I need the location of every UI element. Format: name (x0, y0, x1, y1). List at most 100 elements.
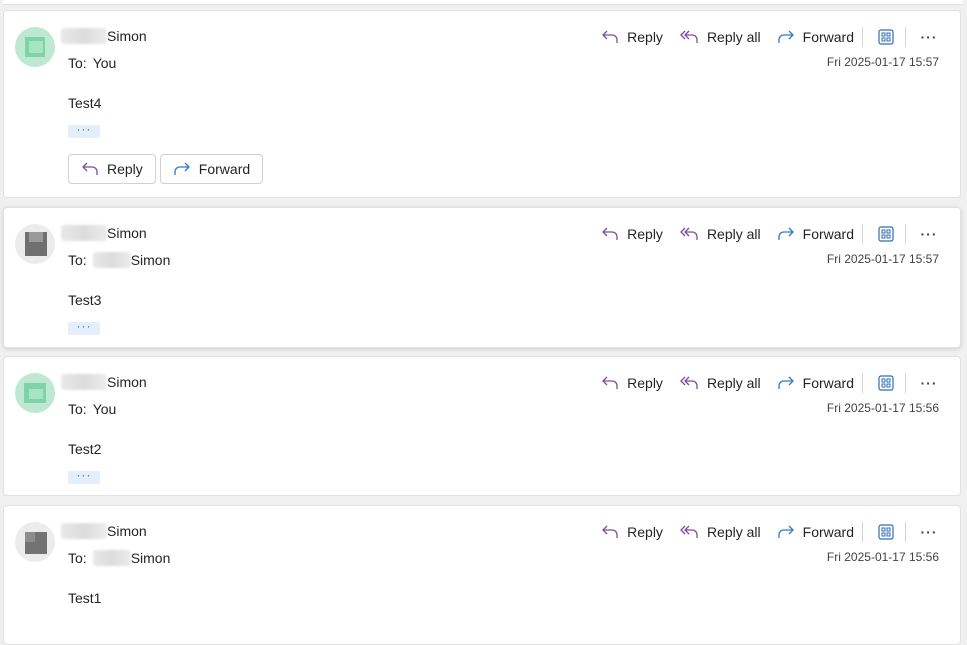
forward-label: Forward (802, 524, 854, 540)
reply-all-button[interactable]: Reply all (679, 375, 761, 391)
forward-label: Forward (802, 29, 854, 45)
recipient-row: To: Simon (68, 250, 170, 270)
to-label: To: (68, 55, 87, 71)
forward-button[interactable]: Forward (777, 375, 854, 391)
apps-button[interactable] (875, 372, 897, 394)
reply-button[interactable]: Reply (601, 375, 663, 391)
reply-button[interactable]: Reply (601, 524, 663, 540)
reply-all-button[interactable]: Reply all (679, 226, 761, 242)
reply-icon (602, 376, 618, 389)
forward-icon (777, 525, 794, 538)
to-label: To: (68, 550, 87, 566)
more-options-button[interactable]: ··· (918, 376, 940, 390)
show-trimmed-content-button[interactable]: ··· (68, 320, 100, 335)
to-label: To: (68, 401, 87, 417)
apps-button[interactable] (875, 521, 897, 543)
sender-row: Simon (61, 223, 147, 243)
message-actions: Reply Reply all Forward ··· (585, 25, 940, 49)
avatar (15, 224, 55, 264)
divider (862, 373, 863, 393)
message-body: Test3 (68, 292, 102, 308)
apps-icon (878, 226, 894, 242)
more-options-button[interactable]: ··· (918, 525, 940, 539)
more-options-button[interactable]: ··· (918, 30, 940, 44)
forward-button[interactable]: Forward (159, 154, 264, 184)
divider (862, 224, 863, 244)
reply-all-button[interactable]: Reply all (679, 29, 761, 45)
apps-icon (878, 375, 894, 391)
more-options-button[interactable]: ··· (918, 227, 940, 241)
avatar (15, 522, 55, 562)
recipient-name[interactable]: Simon (131, 550, 171, 566)
message-actions: Reply Reply all Forward ··· (585, 222, 940, 246)
reply-all-label: Reply all (706, 29, 761, 45)
avatar (15, 27, 55, 67)
apps-button[interactable] (875, 26, 897, 48)
reply-label: Reply (627, 226, 663, 242)
recipient-name[interactable]: Simon (131, 252, 171, 268)
apps-button[interactable] (875, 223, 897, 245)
forward-label: Forward (802, 375, 854, 391)
sender-name[interactable]: Simon (107, 225, 147, 241)
message-card[interactable]: Simon To: You Fri 2025-01-17 15:56 Reply… (3, 356, 961, 496)
reply-label: Reply (627, 375, 663, 391)
reply-all-button[interactable]: Reply all (679, 524, 761, 540)
previous-card-edge (3, 0, 963, 5)
forward-button[interactable]: Forward (777, 29, 854, 45)
reply-all-label: Reply all (706, 524, 761, 540)
divider (905, 373, 906, 393)
recipient-row: To: You (68, 53, 116, 73)
redacted-text (61, 374, 107, 390)
reply-icon (602, 30, 618, 43)
message-body: Test2 (68, 441, 102, 457)
divider (862, 522, 863, 542)
forward-label: Forward (198, 161, 251, 177)
redacted-text (92, 252, 131, 268)
message-card[interactable]: Simon To: Simon Fri 2025-01-17 15:57 Rep… (3, 207, 961, 348)
to-label: To: (68, 252, 87, 268)
timestamp: Fri 2025-01-17 15:57 (826, 252, 939, 266)
divider (905, 522, 906, 542)
recipient-row: To: Simon (68, 548, 170, 568)
message-actions: Reply Reply all Forward ··· (585, 520, 940, 544)
show-trimmed-content-button[interactable]: ··· (68, 123, 100, 138)
reply-all-label: Reply all (706, 375, 761, 391)
recipient-name[interactable]: You (93, 401, 117, 417)
forward-button[interactable]: Forward (777, 524, 854, 540)
sender-name[interactable]: Simon (107, 523, 147, 539)
sender-row: Simon (61, 26, 147, 46)
avatar (15, 373, 55, 413)
sender-row: Simon (61, 521, 147, 541)
reply-button[interactable]: Reply (68, 154, 156, 184)
divider (905, 27, 906, 47)
forward-label: Forward (802, 226, 854, 242)
reply-all-icon (680, 227, 698, 240)
sender-name[interactable]: Simon (107, 374, 147, 390)
timestamp: Fri 2025-01-17 15:56 (826, 550, 939, 564)
redacted-text (61, 523, 107, 539)
divider (905, 224, 906, 244)
reply-button[interactable]: Reply (601, 29, 663, 45)
reply-all-icon (680, 525, 698, 538)
message-card[interactable]: Simon To: Simon Fri 2025-01-17 15:56 Rep… (3, 505, 961, 645)
show-trimmed-content-button[interactable]: ··· (68, 469, 100, 484)
message-card[interactable]: Simon To: You Fri 2025-01-17 15:57 Reply… (3, 10, 961, 198)
message-body: Test4 (68, 95, 102, 111)
reply-all-label: Reply all (706, 226, 761, 242)
sender-name[interactable]: Simon (107, 28, 147, 44)
message-body: Test1 (68, 590, 102, 606)
sender-row: Simon (61, 372, 147, 392)
recipient-row: To: You (68, 399, 116, 419)
forward-button[interactable]: Forward (777, 226, 854, 242)
forward-icon (174, 162, 190, 175)
recipient-name[interactable]: You (93, 55, 117, 71)
reply-all-icon (680, 376, 698, 389)
reply-button[interactable]: Reply (601, 226, 663, 242)
message-actions: Reply Reply all Forward ··· (585, 371, 940, 395)
reply-label: Reply (627, 524, 663, 540)
reply-icon (602, 227, 618, 240)
redacted-text (61, 28, 107, 44)
reply-label: Reply (627, 29, 663, 45)
forward-icon (777, 30, 794, 43)
apps-icon (878, 29, 894, 45)
